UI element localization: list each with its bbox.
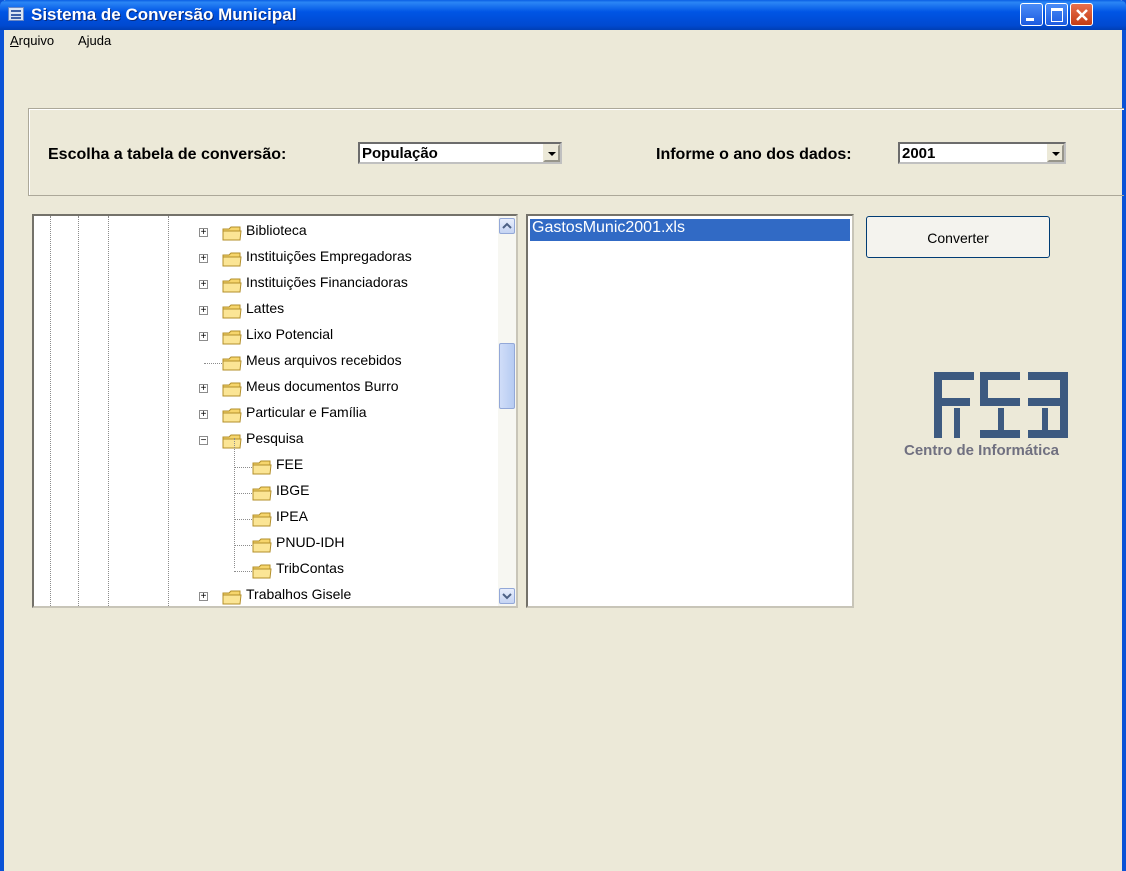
tree-item-label: Lixo Potencial bbox=[246, 326, 334, 342]
menu-ajuda[interactable]: Ajuda bbox=[78, 33, 111, 48]
fee-logo bbox=[934, 372, 1068, 438]
tree-item[interactable]: Meus arquivos recebidos bbox=[34, 352, 494, 377]
menu-arquivo-accelerator: A bbox=[10, 33, 19, 48]
menu-arquivo-label: rquivo bbox=[18, 33, 55, 48]
tree-item-label: IBGE bbox=[276, 482, 310, 498]
folder-icon bbox=[252, 538, 272, 553]
tree-item[interactable]: FEE bbox=[34, 456, 494, 481]
folder-icon bbox=[222, 226, 242, 241]
expand-icon[interactable]: + bbox=[199, 280, 208, 290]
tree-item-label: Trabalhos Gisele bbox=[246, 586, 352, 602]
scroll-thumb[interactable] bbox=[499, 343, 515, 409]
tree-item[interactable]: + Instituições Financiadoras bbox=[34, 274, 494, 299]
year-label: Informe o ano dos dados: bbox=[656, 146, 852, 163]
tree-item-label: FEE bbox=[276, 456, 304, 472]
expand-icon[interactable]: + bbox=[199, 410, 208, 420]
expand-icon[interactable]: + bbox=[199, 228, 208, 238]
tree-item-label: TribContas bbox=[276, 560, 344, 576]
main-window: Sistema de Conversão Municipal Arquivo A… bbox=[0, 0, 1126, 871]
convert-button[interactable]: Converter bbox=[866, 216, 1050, 258]
folder-icon bbox=[222, 590, 242, 605]
window-title: Sistema de Conversão Municipal bbox=[31, 5, 297, 24]
tree-item[interactable]: + Lattes bbox=[34, 300, 494, 325]
tree-item-label: Pesquisa bbox=[246, 430, 304, 446]
chevron-down-icon[interactable] bbox=[1047, 144, 1064, 162]
folder-icon bbox=[252, 486, 272, 501]
tree-item-label: IPEA bbox=[276, 508, 308, 524]
menu-ajuda-label: Ajuda bbox=[78, 33, 112, 48]
tree-item[interactable]: + Instituições Empregadoras bbox=[34, 248, 494, 273]
scroll-up-button[interactable] bbox=[499, 218, 515, 234]
folder-icon bbox=[222, 278, 242, 293]
table-label: Escolha a tabela de conversão: bbox=[48, 146, 287, 163]
close-icon bbox=[1076, 9, 1088, 21]
logo-caption: Centro de Informática bbox=[904, 442, 1060, 459]
expand-icon[interactable]: + bbox=[199, 332, 208, 342]
folder-icon bbox=[252, 564, 272, 579]
tree-item[interactable]: + Lixo Potencial bbox=[34, 326, 494, 351]
tree-item[interactable]: + Biblioteca bbox=[34, 222, 494, 247]
table-select[interactable]: População bbox=[358, 142, 562, 164]
folder-icon bbox=[252, 512, 272, 527]
file-item[interactable]: GastosMunic2001.xls bbox=[530, 219, 850, 241]
folder-icon bbox=[222, 304, 242, 319]
expand-icon[interactable]: + bbox=[199, 592, 208, 602]
folder-icon bbox=[222, 252, 242, 267]
collapse-icon[interactable]: − bbox=[199, 436, 208, 446]
expand-icon[interactable]: + bbox=[199, 384, 208, 394]
tree-item[interactable]: IBGE bbox=[34, 482, 494, 507]
year-select[interactable]: 2001 bbox=[898, 142, 1066, 164]
tree-item[interactable]: − Pesquisa bbox=[34, 430, 494, 455]
menu-bar: Arquivo Ajuda bbox=[4, 30, 1122, 50]
close-button[interactable] bbox=[1070, 3, 1093, 26]
menu-arquivo[interactable]: Arquivo bbox=[10, 33, 54, 48]
tree-scrollbar[interactable] bbox=[498, 216, 516, 606]
tree-item-label: PNUD-IDH bbox=[276, 534, 345, 550]
folder-icon bbox=[252, 460, 272, 475]
tree-item[interactable]: TribContas bbox=[34, 560, 494, 585]
chevron-down-icon[interactable] bbox=[543, 144, 560, 162]
minimize-button[interactable] bbox=[1020, 3, 1043, 26]
folder-icon bbox=[222, 356, 242, 371]
tree-connector bbox=[204, 363, 222, 364]
file-list[interactable]: GastosMunic2001.xls bbox=[526, 214, 854, 608]
folder-icon bbox=[222, 382, 242, 397]
expand-icon[interactable]: + bbox=[199, 306, 208, 316]
scroll-down-button[interactable] bbox=[499, 588, 515, 604]
tree-item[interactable]: + Trabalhos Gisele bbox=[34, 586, 494, 606]
folder-icon bbox=[222, 408, 242, 423]
folder-icon bbox=[222, 330, 242, 345]
title-bar[interactable]: Sistema de Conversão Municipal bbox=[0, 0, 1126, 30]
tree-item-label: Meus documentos Burro bbox=[246, 378, 399, 394]
app-icon bbox=[8, 7, 24, 21]
tree-item[interactable]: + Particular e Família bbox=[34, 404, 494, 429]
tree-item[interactable]: IPEA bbox=[34, 508, 494, 533]
maximize-button[interactable] bbox=[1045, 3, 1068, 26]
tree-item-label: Instituições Empregadoras bbox=[246, 248, 412, 264]
tree-guide bbox=[234, 438, 235, 568]
chevron-up-icon bbox=[502, 222, 512, 229]
chevron-down-icon bbox=[502, 593, 512, 600]
expand-icon[interactable]: + bbox=[199, 254, 208, 264]
year-select-value: 2001 bbox=[902, 145, 936, 162]
tree-item-label: Particular e Família bbox=[246, 404, 367, 420]
tree-item-label: Instituições Financiadoras bbox=[246, 274, 408, 290]
folder-icon bbox=[222, 434, 242, 449]
table-select-value: População bbox=[362, 145, 438, 162]
tree-item-label: Meus arquivos recebidos bbox=[246, 352, 402, 368]
folder-tree[interactable]: + Biblioteca + Instituições Empregadoras + In… bbox=[32, 214, 518, 608]
tree-item[interactable]: PNUD-IDH bbox=[34, 534, 494, 559]
tree-item-label: Biblioteca bbox=[246, 222, 307, 238]
tree-item-label: Lattes bbox=[246, 300, 285, 316]
tree-item[interactable]: + Meus documentos Burro bbox=[34, 378, 494, 403]
